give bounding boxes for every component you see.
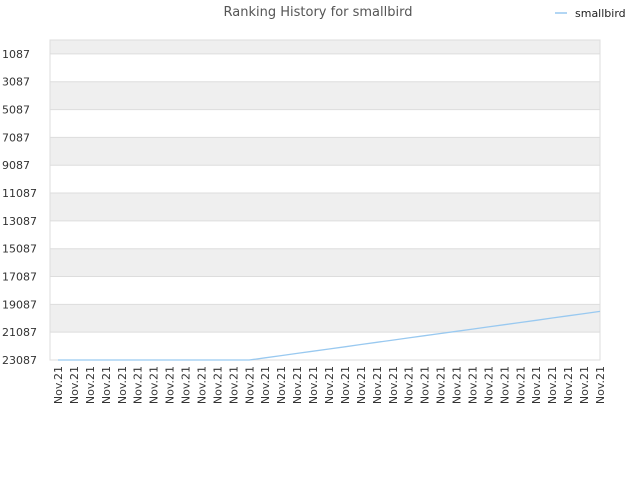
legend-label: smallbird <box>575 7 626 20</box>
x-tick-label: Nov.21 <box>466 366 479 404</box>
x-tick-label: Nov.21 <box>578 366 591 404</box>
x-tick-label: Nov.21 <box>387 366 400 404</box>
y-tick-label: 11087 <box>2 187 37 200</box>
x-tick-label: Nov.21 <box>339 366 352 404</box>
grid-band <box>50 276 600 305</box>
grid-band <box>50 165 600 194</box>
x-axis-ticks: Nov.21 Nov.21 Nov.21 Nov.21 Nov.21 Nov.21 Nov.… <box>52 366 607 404</box>
grid-band <box>50 81 600 110</box>
x-tick-label: Nov.21 <box>52 366 65 404</box>
x-tick-label: Nov.21 <box>323 366 336 404</box>
y-tick-label: 1087 <box>2 48 30 61</box>
x-tick-label: Nov.21 <box>275 366 288 404</box>
grid-band <box>50 109 600 138</box>
x-tick-label: Nov.21 <box>403 366 416 404</box>
grid-band <box>50 304 600 333</box>
legend: smallbird <box>555 7 626 20</box>
grid-band <box>50 53 600 82</box>
x-tick-label: Nov.21 <box>132 366 145 404</box>
y-tick-label: 3087 <box>2 76 30 89</box>
y-tick-label: 13087 <box>2 215 37 228</box>
x-tick-label: Nov.21 <box>259 366 272 404</box>
y-axis-ticks: 1087 3087 5087 7087 9087 11087 13087 15087 17087… <box>2 48 37 367</box>
x-tick-label: Nov.21 <box>195 366 208 404</box>
y-tick-label: 23087 <box>2 354 37 367</box>
x-tick-label: Nov.21 <box>514 366 527 404</box>
x-tick-label: Nov.21 <box>530 366 543 404</box>
x-tick-label: Nov.21 <box>164 366 177 404</box>
ranking-chart: Ranking History for smallbird smallbird … <box>2 5 626 404</box>
x-tick-label: Nov.21 <box>100 366 113 404</box>
x-tick-label: Nov.21 <box>307 366 320 404</box>
x-tick-label: Nov.21 <box>355 366 368 404</box>
x-tick-label: Nov.21 <box>211 366 224 404</box>
y-tick-label: 17087 <box>2 271 37 284</box>
x-tick-label: Nov.21 <box>68 366 81 404</box>
y-tick-label: 7087 <box>2 131 30 144</box>
y-tick-label: 5087 <box>2 104 30 117</box>
x-tick-label: Nov.21 <box>148 366 161 404</box>
y-tick-label: 19087 <box>2 298 37 311</box>
x-tick-label: Nov.21 <box>116 366 129 404</box>
grid-bands <box>49 39 601 361</box>
y-tick-label: 9087 <box>2 159 30 172</box>
grid-band <box>50 220 600 249</box>
x-tick-label: Nov.21 <box>419 366 432 404</box>
grid-band <box>50 193 600 221</box>
x-tick-label: Nov.21 <box>371 366 384 404</box>
grid-band <box>50 248 600 277</box>
x-tick-label: Nov.21 <box>227 366 240 404</box>
x-tick-label: Nov.21 <box>594 366 607 404</box>
chart-title: Ranking History for smallbird <box>224 5 413 20</box>
x-tick-label: Nov.21 <box>291 366 304 404</box>
x-tick-label: Nov.21 <box>546 366 559 404</box>
x-tick-label: Nov.21 <box>435 366 448 404</box>
x-tick-label: Nov.21 <box>562 366 575 404</box>
y-tick-label: 15087 <box>2 243 37 256</box>
x-tick-label: Nov.21 <box>498 366 511 404</box>
grid-band <box>50 332 600 360</box>
x-tick-label: Nov.21 <box>180 366 193 404</box>
x-tick-label: Nov.21 <box>243 366 256 404</box>
x-tick-label: Nov.21 <box>482 366 495 404</box>
grid-band <box>50 137 600 166</box>
x-tick-label: Nov.21 <box>84 366 97 404</box>
y-tick-label: 21087 <box>2 326 37 339</box>
x-tick-label: Nov.21 <box>451 366 464 404</box>
grid-band <box>50 40 600 54</box>
